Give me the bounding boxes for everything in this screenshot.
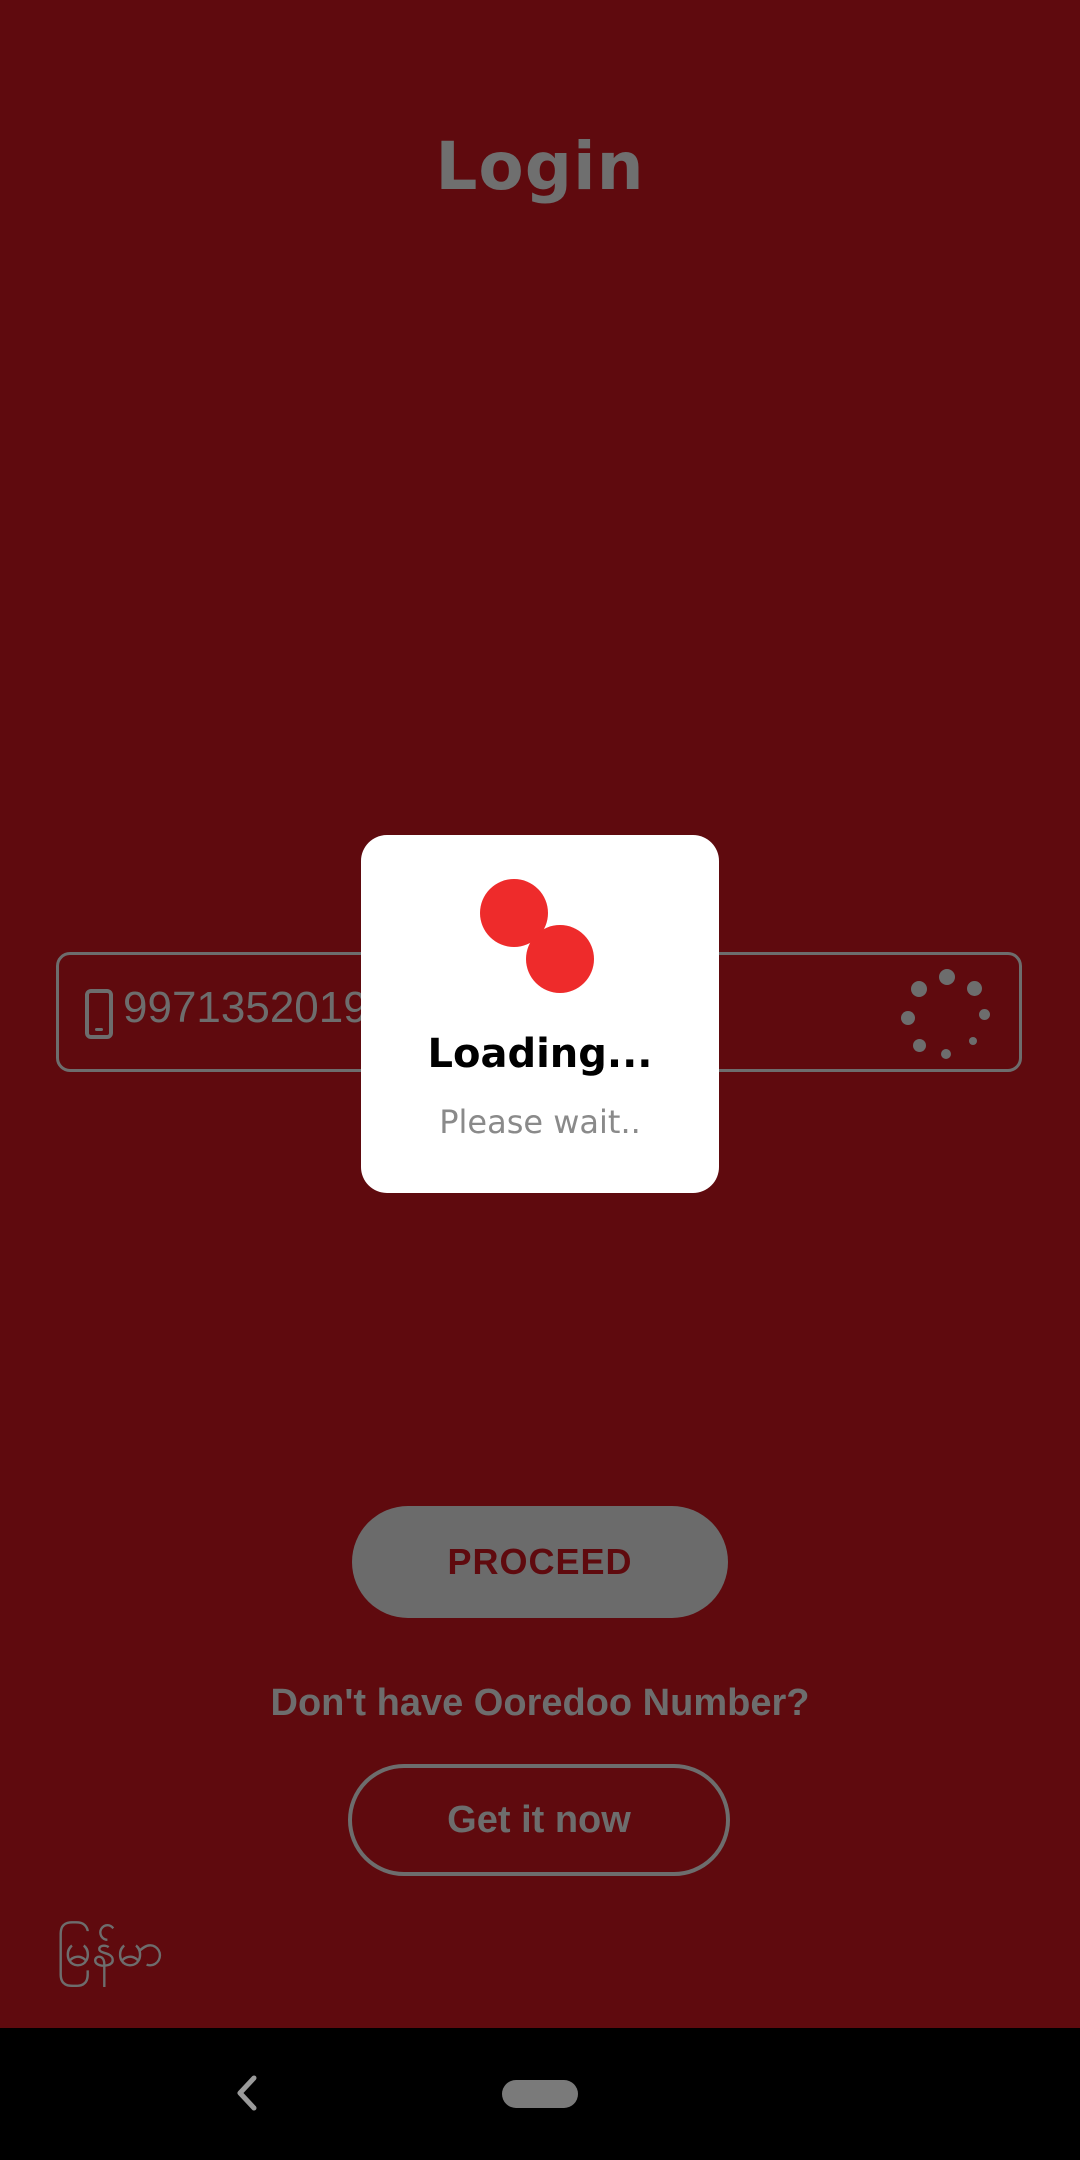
ooredoo-logo [480,879,594,993]
language-toggle[interactable]: မြန်မာ [56,1920,163,1990]
loading-spinner-icon [899,969,991,1061]
loading-subtitle: Please wait.. [439,1103,641,1141]
back-chevron-icon[interactable] [224,2068,274,2118]
get-it-now-button[interactable]: Get it now [348,1764,730,1876]
phone-icon [85,989,113,1039]
loading-dialog: Loading... Please wait.. [361,835,719,1193]
loading-title: Loading... [427,1031,653,1077]
phone-number-value: 99713520193 [123,983,393,1032]
login-screen: Login 99713520193 PROCEED Don't have Oor… [0,0,1080,2160]
system-nav-bar [0,2028,1080,2160]
no-number-prompt: Don't have Ooredoo Number? [270,1682,810,1724]
proceed-button[interactable]: PROCEED [352,1506,728,1618]
page-title: Login [435,128,645,205]
home-pill-icon[interactable] [502,2080,578,2108]
